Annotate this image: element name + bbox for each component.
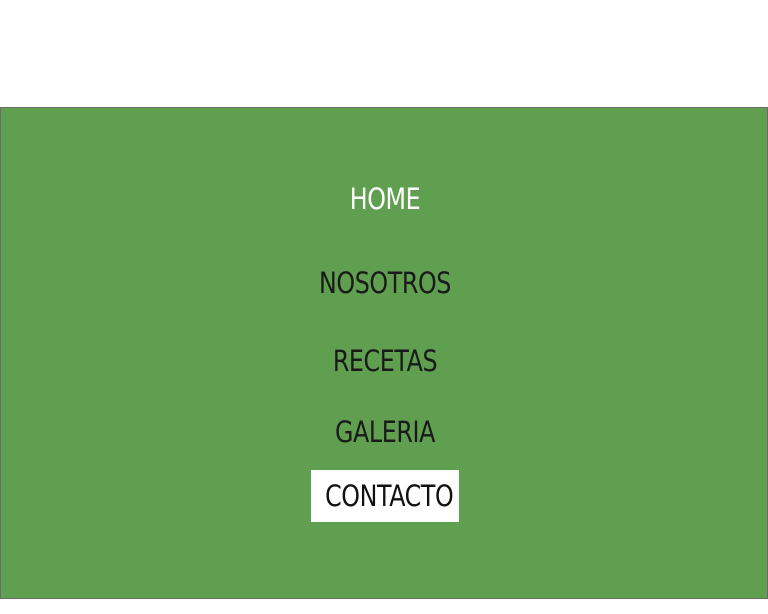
- nav-item-galeria[interactable]: GALERIA: [70, 418, 700, 447]
- nav-item-contacto[interactable]: CONTACTO: [1, 470, 768, 522]
- nav-item-nosotros[interactable]: NOSOTROS: [70, 269, 700, 298]
- nav-item-recetas-label: RECETAS: [332, 344, 438, 378]
- nav-item-nosotros-label: NOSOTROS: [319, 266, 451, 300]
- nav-item-home[interactable]: HOME: [70, 185, 700, 214]
- nav-item-contacto-label: CONTACTO: [325, 479, 454, 513]
- nav-item-contacto-box[interactable]: CONTACTO: [311, 470, 459, 522]
- nav-item-home-label: HOME: [349, 182, 421, 216]
- nav-item-recetas[interactable]: RECETAS: [70, 347, 700, 376]
- top-blank-area: [0, 0, 768, 107]
- page: HOME NOSOTROS RECETAS GALERIA CONTACTO: [0, 0, 768, 614]
- nav-item-galeria-label: GALERIA: [335, 415, 435, 449]
- mobile-nav-menu: HOME NOSOTROS RECETAS GALERIA CONTACTO: [0, 107, 768, 599]
